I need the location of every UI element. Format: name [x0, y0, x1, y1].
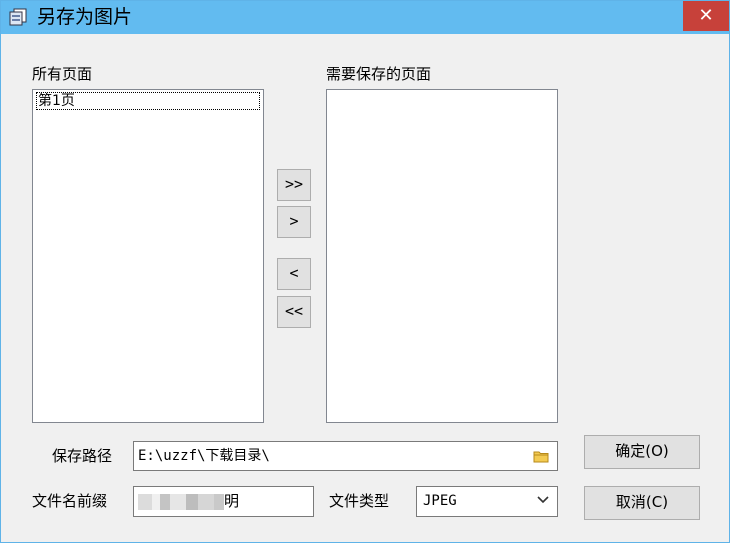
remove-button[interactable]: < — [277, 258, 311, 290]
all-pages-list[interactable]: 第1页 — [32, 89, 264, 423]
remove-all-button[interactable]: << — [277, 296, 311, 328]
blurred-text — [214, 493, 224, 510]
ok-button[interactable]: 确定(O) — [584, 435, 700, 469]
save-path-label: 保存路径 — [52, 447, 113, 465]
blurred-text — [170, 493, 186, 510]
add-all-button[interactable]: >> — [277, 169, 311, 201]
save-as-image-dialog: 另存为图片 ✕ 所有页面 第1页 需要保存的页面 >> > < << 保存路径 … — [0, 0, 730, 543]
pages-to-save-label: 需要保存的页面 — [326, 65, 432, 83]
window-title: 另存为图片 — [37, 6, 133, 28]
close-button[interactable]: ✕ — [683, 1, 729, 31]
pages-to-save-list[interactable] — [326, 89, 558, 423]
title-bar[interactable]: 另存为图片 ✕ — [1, 1, 729, 34]
filename-prefix-label: 文件名前缀 — [32, 492, 108, 510]
filename-prefix-value: 明 — [224, 492, 240, 510]
chevron-down-icon — [537, 496, 549, 504]
add-button[interactable]: > — [277, 206, 311, 238]
file-type-value: JPEG — [423, 493, 457, 509]
all-pages-label: 所有页面 — [32, 65, 93, 83]
blurred-text — [138, 493, 152, 510]
file-type-select[interactable]: JPEG — [416, 486, 558, 517]
folder-icon[interactable] — [533, 450, 549, 463]
list-item[interactable]: 第1页 — [36, 92, 260, 110]
blurred-text — [186, 493, 198, 510]
file-type-label: 文件类型 — [329, 492, 390, 510]
filename-prefix-field[interactable]: 明 — [133, 486, 314, 517]
blurred-text — [160, 493, 170, 510]
app-icon — [9, 8, 27, 26]
save-path-field[interactable]: E:\uzzf\下载目录\ — [133, 441, 558, 471]
cancel-button[interactable]: 取消(C) — [584, 486, 700, 520]
blurred-text — [152, 493, 160, 510]
close-icon: ✕ — [698, 5, 714, 26]
save-path-value: E:\uzzf\下载目录\ — [138, 448, 270, 464]
blurred-text — [198, 493, 214, 510]
